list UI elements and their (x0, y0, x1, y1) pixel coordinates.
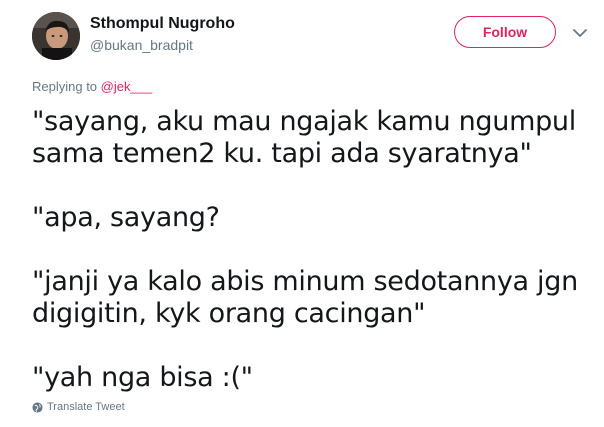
reply-context-prefix: Replying to (32, 79, 101, 94)
globe-icon (32, 401, 43, 413)
author-display-name[interactable]: Sthompul Nugroho (90, 15, 235, 33)
tweet-text: "sayang, aku mau ngajak kamu ngumpul sam… (32, 106, 578, 393)
reply-mention-link[interactable]: @jek___ (101, 79, 153, 94)
avatar[interactable] (32, 12, 80, 60)
translate-tweet-label: Translate Tweet (47, 401, 125, 413)
follow-button[interactable]: Follow (454, 16, 556, 48)
tweet: Sthompul Nugroho @bukan_bradpit Follow R… (0, 0, 604, 427)
reply-context: Replying to @jek___ (32, 79, 152, 94)
author-handle[interactable]: @bukan_bradpit (90, 37, 193, 53)
translate-tweet-link[interactable]: Translate Tweet (32, 401, 125, 413)
chevron-down-icon[interactable] (572, 26, 588, 38)
